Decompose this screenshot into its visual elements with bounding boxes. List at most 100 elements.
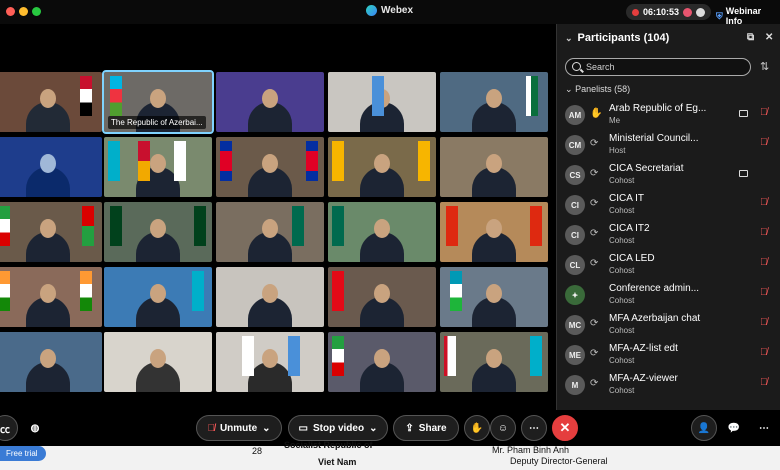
participant-name: CICA Secretariat <box>609 163 684 174</box>
camera-icon <box>739 170 748 177</box>
close-icon[interactable]: ✕ <box>765 32 773 43</box>
participant-list: AM ✋ Arab Republic of Eg... Me 🎙̸ CM ⟳ M… <box>557 100 780 400</box>
mic-muted-icon[interactable]: 🎙̸ <box>760 107 768 118</box>
video-tile[interactable] <box>216 267 324 327</box>
sync-icon: ⟳ <box>590 138 599 149</box>
video-tile[interactable] <box>328 137 436 197</box>
pop-out-icon[interactable]: ⧉ <box>747 32 754 43</box>
participant-name: Ministerial Council... <box>609 133 699 144</box>
webex-logo-icon <box>366 5 377 16</box>
mic-muted-icon[interactable]: 🎙̸ <box>760 377 768 388</box>
video-tile[interactable] <box>104 332 212 392</box>
close-window-button[interactable] <box>6 7 15 16</box>
avatar: CS <box>565 165 585 185</box>
app-title: Webex <box>366 5 413 16</box>
participant-name: CICA LED <box>609 253 655 264</box>
sync-icon: ⟳ <box>590 318 599 329</box>
mic-muted-icon[interactable]: 🎙̸ <box>760 317 768 328</box>
share-icon: ⇪ <box>405 422 414 434</box>
chevron-down-icon[interactable]: ⌄ <box>565 33 573 44</box>
video-tile[interactable] <box>216 72 324 132</box>
avatar: AM <box>565 105 585 125</box>
video-tile[interactable] <box>216 137 324 197</box>
mic-muted-icon[interactable]: 🎙̸ <box>760 257 768 268</box>
video-tile[interactable] <box>0 332 102 392</box>
participant-row[interactable]: CI ⟳ CICA IT Cohost 🎙̸ <box>557 190 780 220</box>
captions-button[interactable]: ㏄ <box>0 415 18 441</box>
sync-icon: ⟳ <box>590 348 599 359</box>
video-tile[interactable] <box>104 267 212 327</box>
panelists-section-toggle[interactable]: ⌄ Panelists (58) <box>565 84 630 95</box>
search-input[interactable]: Search <box>565 58 751 76</box>
video-tile[interactable] <box>440 137 548 197</box>
mic-muted-icon[interactable]: 🎙̸ <box>760 137 768 148</box>
video-tile[interactable] <box>216 332 324 392</box>
globe-icon[interactable]: ◍ <box>22 415 48 441</box>
chevron-down-icon: ⌄ <box>262 422 271 434</box>
row-number: 28 <box>252 446 263 456</box>
video-tile[interactable] <box>328 72 436 132</box>
timer-text: 06:10:53 <box>643 7 680 17</box>
video-tile[interactable] <box>0 202 102 262</box>
title-bar: Webex 06:10:53 ⛨ Webinar Info <box>0 0 780 26</box>
more-panels-button[interactable]: ⋯ <box>751 415 777 441</box>
avatar: ME <box>565 345 585 365</box>
chat-button[interactable]: 💬 <box>721 415 747 441</box>
participant-row[interactable]: CL ⟳ CICA LED Cohost 🎙̸ <box>557 250 780 280</box>
participant-row[interactable]: ✦ Conference admin... Cohost 🎙̸ <box>557 280 780 310</box>
panelists-section-label: Panelists (58) <box>575 84 631 94</box>
video-tile-active-speaker[interactable]: The Republic of Azerbai... <box>102 70 214 134</box>
mic-muted-icon[interactable]: 🎙̸ <box>760 197 768 208</box>
video-tile[interactable] <box>440 72 548 132</box>
background-document: Free trial 28 Socialist Republic of Viet… <box>0 440 780 470</box>
sync-icon: ⟳ <box>590 228 599 239</box>
stop-video-button[interactable]: ▭ Stop video ⌄ <box>288 415 388 441</box>
participant-role: Cohost <box>609 206 635 215</box>
country-name-line2: Viet Nam <box>318 457 357 467</box>
tile-name-label: The Republic of Azerbai... <box>108 116 206 129</box>
participant-row[interactable]: CM ⟳ Ministerial Council... Host 🎙̸ <box>557 130 780 160</box>
video-tile[interactable] <box>104 137 212 197</box>
participants-toggle-button[interactable]: 👤 <box>691 415 717 441</box>
participant-row[interactable]: CI ⟳ CICA IT2 Cohost 🎙̸ <box>557 220 780 250</box>
video-tile[interactable] <box>0 267 102 327</box>
sort-icon[interactable]: ⇅ <box>760 60 769 73</box>
sync-icon: ⟳ <box>590 168 599 179</box>
shield-icon: ⛨ <box>716 10 723 21</box>
more-options-button[interactable]: ⋯ <box>521 415 547 441</box>
meeting-timer[interactable]: 06:10:53 <box>626 4 712 20</box>
video-tile[interactable] <box>328 267 436 327</box>
raise-hand-button[interactable]: ✋ <box>464 415 490 441</box>
video-tile[interactable] <box>216 202 324 262</box>
participants-title: Participants (104) <box>577 32 670 44</box>
participant-row[interactable]: M ⟳ MFA-AZ-viewer Cohost 🎙̸ <box>557 370 780 400</box>
free-trial-badge[interactable]: Free trial <box>0 446 46 461</box>
participant-row[interactable]: CS ⟳ CICA Secretariat Cohost <box>557 160 780 190</box>
webinar-info-button[interactable]: ⛨ Webinar Info <box>716 6 780 26</box>
participant-row[interactable]: MC ⟳ MFA Azerbaijan chat Cohost 🎙̸ <box>557 310 780 340</box>
participant-row[interactable]: ME ⟳ MFA-AZ-list edt Cohost 🎙̸ <box>557 340 780 370</box>
video-tile[interactable] <box>440 332 548 392</box>
video-tile[interactable] <box>440 267 548 327</box>
minimize-window-button[interactable] <box>19 7 28 16</box>
video-tile[interactable] <box>0 72 102 132</box>
avatar: CI <box>565 225 585 245</box>
delegate-title: Deputy Director-General <box>510 456 608 466</box>
mic-muted-icon[interactable]: 🎙̸ <box>760 347 768 358</box>
participants-header[interactable]: ⌄ Participants (104) ⧉ ✕ <box>557 24 780 52</box>
participant-row[interactable]: AM ✋ Arab Republic of Eg... Me 🎙̸ <box>557 100 780 130</box>
avatar: CM <box>565 135 585 155</box>
unmute-button[interactable]: 🎙̸ Unmute ⌄ <box>196 415 282 441</box>
maximize-window-button[interactable] <box>32 7 41 16</box>
reactions-button[interactable]: ☺ <box>490 415 516 441</box>
video-tile[interactable] <box>0 137 102 197</box>
leave-meeting-button[interactable]: ✕ <box>552 415 578 441</box>
video-tile[interactable] <box>328 332 436 392</box>
video-tile[interactable] <box>440 202 548 262</box>
search-icon <box>572 62 581 71</box>
share-button[interactable]: ⇪ Share <box>393 415 459 441</box>
video-tile[interactable] <box>104 202 212 262</box>
video-tile[interactable] <box>328 202 436 262</box>
mic-muted-icon[interactable]: 🎙̸ <box>760 287 768 298</box>
mic-muted-icon[interactable]: 🎙̸ <box>760 227 768 238</box>
